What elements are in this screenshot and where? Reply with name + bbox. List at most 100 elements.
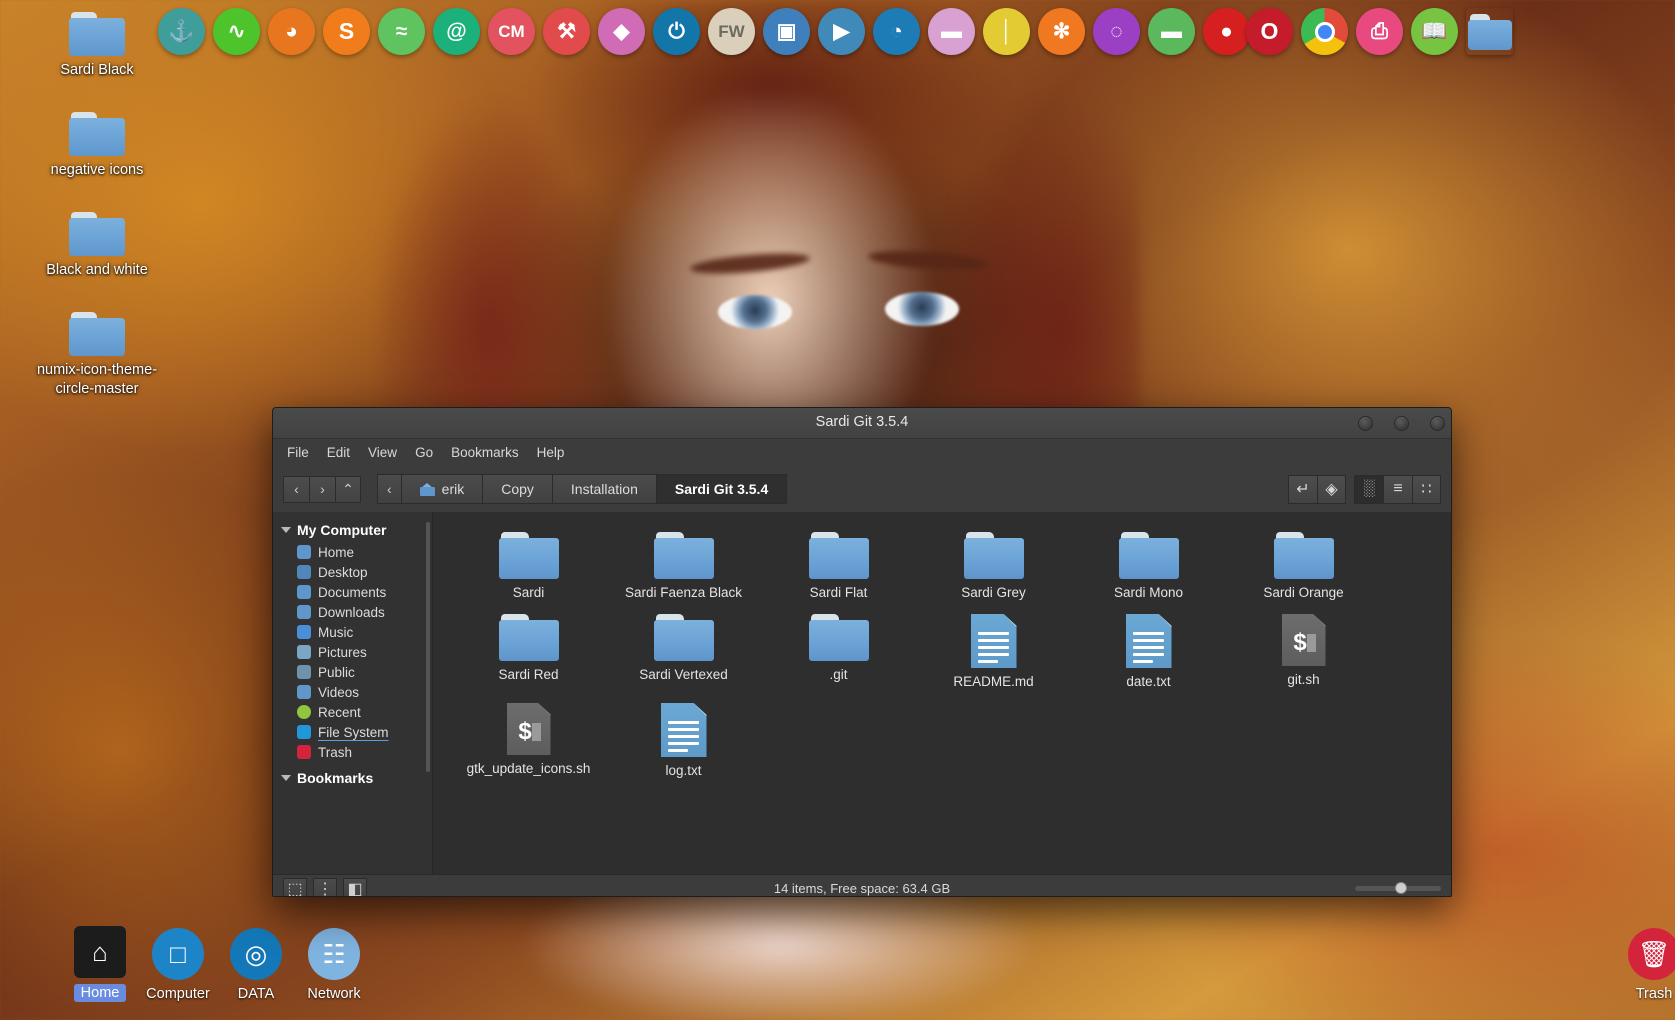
wallpaper-eye-left: [718, 295, 792, 329]
back-button[interactable]: ‹: [283, 475, 309, 503]
spotify-icon[interactable]: ≈: [378, 8, 425, 55]
dock-item-trash[interactable]: 🗑 Trash: [1602, 928, 1675, 1002]
up-button[interactable]: ⌃: [335, 475, 361, 503]
file-item[interactable]: Sardi: [451, 526, 606, 600]
file-manager-window: Sardi Git 3.5.4 File Edit View Go Bookmarks H…: [272, 407, 1452, 897]
window-titlebar[interactable]: Sardi Git 3.5.4: [273, 408, 1451, 439]
file-item[interactable]: $ git.sh: [1226, 608, 1381, 689]
file-item[interactable]: Sardi Red: [451, 608, 606, 689]
video-recorder-icon[interactable]: ▬: [928, 8, 975, 55]
icon-view-button[interactable]: ░: [1354, 474, 1383, 504]
sidebar-item-label: Home: [318, 544, 355, 560]
file-item[interactable]: Sardi Mono: [1071, 526, 1226, 600]
sidebar-item-recent[interactable]: Recent: [273, 702, 432, 722]
sidebar-item-music[interactable]: Music: [273, 622, 432, 642]
chrome-icon[interactable]: [1301, 8, 1348, 55]
file-item[interactable]: date.txt: [1071, 608, 1226, 689]
sidebar-item-home[interactable]: Home: [273, 542, 432, 562]
system-tools-icon[interactable]: ⚒: [543, 8, 590, 55]
printer-icon[interactable]: ⎙: [1356, 8, 1403, 55]
inkscape-icon[interactable]: ◆: [598, 8, 645, 55]
file-item[interactable]: README.md: [916, 608, 1071, 689]
breadcrumb-item[interactable]: Installation: [551, 474, 656, 504]
breadcrumb-item[interactable]: erik: [400, 474, 483, 504]
computer-icon: □: [152, 928, 204, 980]
minimize-button[interactable]: [1358, 416, 1373, 431]
desktop-icon: [297, 565, 311, 579]
folder-icon: [69, 212, 125, 256]
menu-file[interactable]: File: [287, 445, 309, 460]
breadcrumb-item[interactable]: Copy: [482, 474, 552, 504]
dock-item-label: Home: [73, 984, 127, 1002]
close-button[interactable]: [1430, 416, 1445, 431]
web-browser-icon[interactable]: ◔: [873, 8, 920, 55]
sidebar-item-public[interactable]: Public: [273, 662, 432, 682]
file-item[interactable]: Sardi Faenza Black: [606, 526, 761, 600]
measure-tool-icon[interactable]: │: [983, 8, 1030, 55]
sidebar: My Computer Home Desktop Documents Download…: [273, 512, 433, 874]
music-icon: [297, 625, 311, 639]
sidebar-item-trash[interactable]: Trash: [273, 742, 432, 762]
desktop-icon[interactable]: negative icons: [22, 112, 172, 180]
desktop-icon[interactable]: Black and white: [22, 212, 172, 280]
email-client-icon[interactable]: @: [433, 8, 480, 55]
menu-go[interactable]: Go: [415, 445, 433, 460]
file-item[interactable]: Sardi Vertexed: [606, 608, 761, 689]
firewall-icon[interactable]: FW: [708, 8, 755, 55]
sublime-text-icon[interactable]: S: [323, 8, 370, 55]
breadcrumb-prev-button[interactable]: ‹: [377, 474, 401, 504]
path-entry-toggle[interactable]: ↵: [1288, 474, 1317, 504]
menu-edit[interactable]: Edit: [327, 445, 350, 460]
image-viewer-icon[interactable]: ▣: [763, 8, 810, 55]
sidebar-section-bookmarks[interactable]: Bookmarks: [273, 766, 432, 790]
folder-icon: [498, 614, 559, 661]
anchor-app-icon[interactable]: ⚓: [158, 8, 205, 55]
desktop-icon[interactable]: numix-icon-theme-circle-master: [22, 312, 172, 399]
menu-help[interactable]: Help: [537, 445, 565, 460]
file-item[interactable]: $ gtk_update_icons.sh: [451, 697, 606, 778]
opera-icon[interactable]: O: [1246, 8, 1293, 55]
compact-view-button[interactable]: ∷: [1412, 474, 1441, 504]
desktop-icon-label: negative icons: [50, 162, 144, 178]
hardware-card-icon[interactable]: ▬: [1148, 8, 1195, 55]
book-reader-icon[interactable]: 📖: [1411, 8, 1458, 55]
forward-button[interactable]: ›: [309, 475, 335, 503]
file-list-view[interactable]: Sardi Sardi Faenza Black Sardi Flat Sardi G…: [433, 512, 1451, 874]
sidebar-scrollbar[interactable]: [426, 522, 430, 772]
menu-view[interactable]: View: [368, 445, 397, 460]
firefox-icon[interactable]: ◕: [268, 8, 315, 55]
sidebar-item-desktop[interactable]: Desktop: [273, 562, 432, 582]
zoom-slider[interactable]: [1355, 882, 1441, 894]
sidebar-section-my-computer[interactable]: My Computer: [273, 518, 432, 542]
list-view-button[interactable]: ≡: [1383, 474, 1412, 504]
top-dock: ⚓ ∿ ◕ S ≈ @ CM ⚒ ◆ ⏻ FW ▣ ▶ ◔ ▬ │ ✻ ◌ ▬ ● O ⎙ 📖: [0, 0, 1675, 64]
disc-burner-icon[interactable]: ◌: [1093, 8, 1140, 55]
video-player-icon[interactable]: ▶: [818, 8, 865, 55]
file-name-label: date.txt: [1126, 674, 1171, 689]
clementine-icon[interactable]: CM: [488, 8, 535, 55]
file-manager-icon[interactable]: [1466, 8, 1513, 55]
file-item[interactable]: Sardi Flat: [761, 526, 916, 600]
sidebar-item-pictures[interactable]: Pictures: [273, 642, 432, 662]
file-item[interactable]: log.txt: [606, 697, 761, 778]
breadcrumb-item[interactable]: Sardi Git 3.5.4: [655, 474, 788, 504]
maximize-button[interactable]: [1394, 416, 1409, 431]
sidebar-item-downloads[interactable]: Downloads: [273, 602, 432, 622]
system-monitor-icon[interactable]: ∿: [213, 8, 260, 55]
file-item[interactable]: Sardi Grey: [916, 526, 1071, 600]
file-item[interactable]: Sardi Orange: [1226, 526, 1381, 600]
dock-item-network[interactable]: ☷ Network: [282, 928, 386, 1002]
status-text: 14 items, Free space: 63.4 GB: [773, 881, 951, 896]
file-item[interactable]: .git: [761, 608, 916, 689]
sidebar-item-file-system[interactable]: File System: [273, 722, 432, 742]
menu-bookmarks[interactable]: Bookmarks: [451, 445, 519, 460]
power-manager-icon[interactable]: ⏻: [653, 8, 700, 55]
recent-icon: [297, 705, 311, 719]
sidebar-item-videos[interactable]: Videos: [273, 682, 432, 702]
record-app-icon[interactable]: ●: [1203, 8, 1250, 55]
pinwheel-app-icon[interactable]: ✻: [1038, 8, 1085, 55]
zoom-slider-knob[interactable]: [1395, 882, 1407, 894]
sidebar-item-documents[interactable]: Documents: [273, 582, 432, 602]
navigation-button-group: ‹ › ⌃: [283, 475, 361, 503]
location-target-icon[interactable]: ◈: [1317, 474, 1346, 504]
